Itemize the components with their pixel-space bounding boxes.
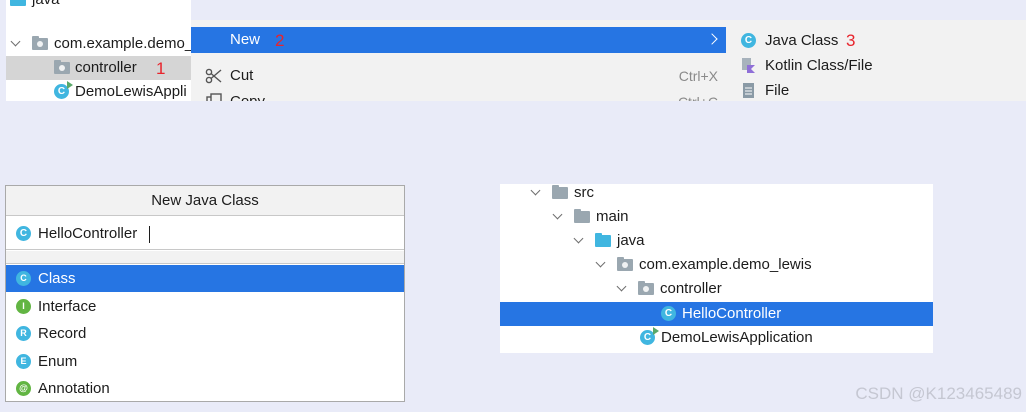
chevron-down-icon[interactable] <box>551 210 565 224</box>
context-menu: New 2 Cut Ctrl+X Copy Ctrl+C <box>191 20 726 101</box>
step-marker-3: 3 <box>846 31 856 50</box>
tree-item-package[interactable]: com.example.demo_lewis <box>500 253 933 277</box>
tree-item-label: java <box>32 0 60 12</box>
spring-app-class-icon: C <box>54 81 73 99</box>
folder-icon <box>574 209 590 223</box>
tree-item-label: com.example.demo_lewis <box>639 256 812 273</box>
kotlin-file-icon <box>742 58 755 73</box>
kind-enum-icon: E <box>16 353 31 369</box>
chevron-down-icon[interactable] <box>572 234 586 248</box>
chevron-down-icon[interactable] <box>594 258 608 272</box>
submenu-item-label: Kotlin Class/File <box>765 57 873 74</box>
folder-icon <box>552 185 568 199</box>
tree-item-controller[interactable]: controller <box>500 277 933 301</box>
chevron-right-icon <box>706 33 718 45</box>
menu-item-label: Copy <box>230 89 265 101</box>
tree-item-app[interactable]: C DemoLewisApplication <box>500 326 933 350</box>
tree-item-src[interactable]: src <box>500 184 933 205</box>
kind-item-label: Interface <box>38 297 97 315</box>
package-icon <box>638 281 654 295</box>
class-name-row: C <box>6 216 404 250</box>
package-icon <box>32 36 48 50</box>
menu-item-new[interactable]: New 2 <box>191 27 726 53</box>
source-folder-icon <box>10 0 26 6</box>
tree-item-label: controller <box>660 280 722 297</box>
kind-item-interface[interactable]: I Interface <box>6 293 404 320</box>
tree-item-label: controller <box>75 59 137 76</box>
tree-item-label: src <box>574 184 594 201</box>
kind-item-label: Enum <box>38 352 78 370</box>
package-icon <box>54 60 70 74</box>
kind-item-label: Class <box>38 270 76 287</box>
kind-record-icon: R <box>16 326 31 342</box>
step-marker-2: 2 <box>275 31 285 50</box>
tree-item-label: HelloController <box>682 305 782 322</box>
project-tree-result: src main java com.example.demo_lewis con… <box>500 184 933 353</box>
project-tree-top: java com.example.demo_ controller 1 C De… <box>6 0 191 101</box>
java-class-icon: C <box>661 306 676 321</box>
menu-item-label: New <box>230 31 261 48</box>
tree-item-label: java <box>617 232 645 249</box>
scissors-icon <box>205 68 222 84</box>
menu-item-label: Cut <box>230 67 254 84</box>
chevron-down-icon[interactable] <box>615 282 629 296</box>
kind-item-label: Record <box>38 325 87 343</box>
kind-interface-icon: I <box>16 298 31 314</box>
tree-item-package[interactable]: com.example.demo_ <box>6 32 191 56</box>
tree-item-java[interactable]: java <box>6 0 191 12</box>
dialog-separator <box>6 251 404 264</box>
step-marker-1: 1 <box>156 59 166 78</box>
java-class-icon: C <box>16 226 31 241</box>
kind-class-icon: C <box>16 271 31 286</box>
chevron-down-icon[interactable] <box>529 186 543 200</box>
kind-item-record[interactable]: R Record <box>6 320 404 347</box>
tree-item-label: com.example.demo_ <box>54 35 191 52</box>
java-class-icon: C <box>741 33 756 48</box>
tree-item-java[interactable]: java <box>500 229 933 253</box>
dialog-title: New Java Class <box>6 186 404 216</box>
shortcut-text: Ctrl+C <box>678 89 718 101</box>
source-folder-icon <box>595 233 611 247</box>
tree-item-main[interactable]: main <box>500 205 933 229</box>
tree-item-label: DemoLewisAppli <box>75 83 187 100</box>
kind-item-class[interactable]: C Class <box>6 265 404 292</box>
spring-app-class-icon: C <box>640 327 659 345</box>
menu-item-cut[interactable]: Cut Ctrl+X <box>191 63 726 89</box>
watermark: CSDN @K123465489 <box>855 384 1022 403</box>
kind-annotation-icon: @ <box>16 381 31 397</box>
file-icon <box>743 83 754 98</box>
new-java-class-dialog: New Java Class C C Class I Interface R Record… <box>5 185 405 402</box>
tree-item-hello-controller[interactable]: C HelloController <box>500 302 933 326</box>
tree-item-label: DemoLewisApplication <box>661 329 813 346</box>
new-submenu: C Java Class 3 Kotlin Class/File File <box>726 20 1026 101</box>
kind-item-enum[interactable]: E Enum <box>6 348 404 375</box>
shortcut-text: Ctrl+X <box>678 68 718 84</box>
submenu-item-label: File <box>765 82 790 99</box>
kind-item-label: Annotation <box>38 380 110 398</box>
package-icon <box>617 257 633 271</box>
submenu-item-java-class[interactable]: C Java Class 3 <box>726 28 1026 53</box>
submenu-item-kotlin[interactable]: Kotlin Class/File <box>726 53 1026 78</box>
tree-item-controller[interactable]: controller 1 <box>6 56 191 80</box>
copy-icon <box>206 93 222 101</box>
submenu-item-label: Java Class <box>765 32 839 49</box>
text-cursor <box>149 226 150 243</box>
class-name-input[interactable] <box>38 222 378 244</box>
submenu-item-file[interactable]: File <box>726 78 1026 101</box>
menu-item-copy[interactable]: Copy Ctrl+C <box>191 89 726 101</box>
tree-item-label: main <box>596 208 629 225</box>
kind-item-annotation[interactable]: @ Annotation <box>6 375 404 401</box>
tree-item-app[interactable]: C DemoLewisAppli <box>6 80 191 101</box>
chevron-down-icon[interactable] <box>9 37 23 51</box>
